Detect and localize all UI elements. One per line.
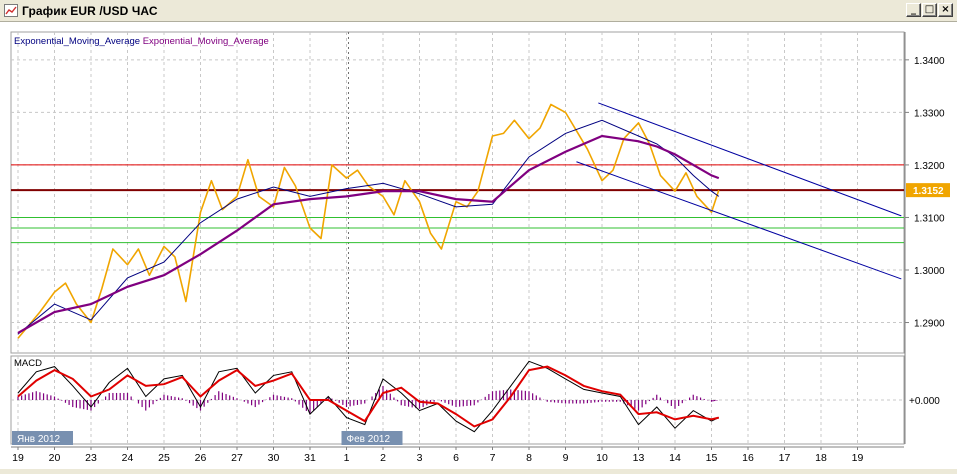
y-tick-label: 1.3100 [914,213,945,224]
x-tick-label: 9 [563,452,569,464]
y-tick-label: 1.3300 [914,108,945,119]
y-tick-label: 1.2900 [914,319,945,330]
current-price-label: 1.3152 [913,186,944,197]
x-tick-label: 24 [122,452,134,464]
x-tick-label: 19 [12,452,24,464]
x-tick-label: 30 [268,452,280,464]
x-tick-label: 17 [779,452,791,464]
x-tick-label: 25 [158,452,170,464]
minimize-button[interactable]: _ [906,3,921,17]
legend-ema-slow: Exponential_Moving_Average [143,36,269,47]
y-tick-label: 1.3400 [914,56,945,67]
date-marker-label: Янв 2012 [17,434,61,445]
window-title: График EUR /USD ЧАС [22,4,158,18]
macd-y-tick-label: +0.000 [909,396,940,407]
macd-title: MACD [14,358,42,369]
x-tick-label: 7 [490,452,496,464]
x-tick-label: 20 [49,452,61,464]
x-tick-label: 6 [453,452,459,464]
main-panel[interactable] [10,31,905,354]
x-tick-label: 10 [596,452,608,464]
y-tick-label: 1.3000 [914,266,945,277]
legend: Exponential_Moving_Average Exponential_M… [14,36,269,47]
x-tick-label: 1 [344,452,350,464]
x-tick-label: 8 [526,452,532,464]
x-tick-label: 2 [380,452,386,464]
close-button[interactable]: × [938,3,953,17]
x-tick-label: 15 [706,452,718,464]
legend-ema-fast: Exponential_Moving_Average [14,36,143,47]
chart-svg[interactable]: 1.2900 1.3000 1.3100 1.3200 1.3300 1.3400 1.31… [0,22,957,469]
x-tick-label: 26 [195,452,207,464]
x-tick-label: 31 [304,452,316,464]
x-tick-label: 13 [633,452,645,464]
minimize-icon: _ [911,4,916,15]
x-tick-label: 23 [85,452,97,464]
y-tick-label: 1.3200 [914,161,945,172]
x-tick-label: 16 [742,452,754,464]
chart-area[interactable]: 1.2900 1.3000 1.3100 1.3200 1.3300 1.3400 1.31… [0,22,957,469]
title-bar: График EUR /USD ЧАС _ □ × [0,0,957,22]
maximize-icon: □ [924,4,935,15]
maximize-button[interactable]: □ [922,3,937,17]
close-icon: × [941,4,950,15]
chart-icon [4,4,18,17]
x-tick-label: 18 [815,452,827,464]
x-tick-label: 27 [231,452,243,464]
x-tick-label: 3 [417,452,423,464]
x-tick-label: 19 [852,452,864,464]
x-tick-label: 14 [669,452,681,464]
date-marker-label: Фев 2012 [347,434,391,445]
